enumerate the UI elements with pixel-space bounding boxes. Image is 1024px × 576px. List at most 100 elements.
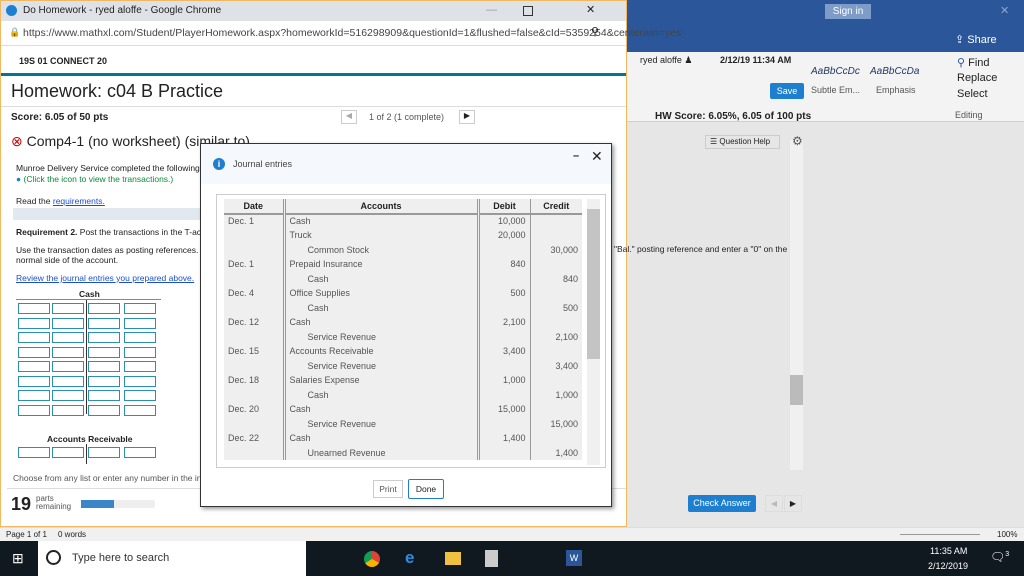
t-account-input[interactable] bbox=[52, 346, 84, 358]
t-account-input[interactable] bbox=[52, 317, 84, 329]
share-button[interactable]: ⇪ Share bbox=[955, 33, 997, 46]
settings-gear-icon[interactable]: ⚙ bbox=[792, 134, 803, 148]
content-scrollbar[interactable] bbox=[790, 140, 803, 470]
save-button[interactable]: Save bbox=[770, 83, 804, 99]
t-account-input[interactable] bbox=[124, 303, 156, 314]
next-question-button[interactable]: ▶ bbox=[459, 110, 475, 124]
score: Score: 6.05 of 50 pts bbox=[11, 112, 109, 123]
zoom-slider[interactable] bbox=[900, 534, 980, 535]
t-account-input[interactable] bbox=[52, 361, 84, 372]
req2-label: Requirement 2. bbox=[16, 227, 78, 237]
t-account-input[interactable] bbox=[124, 346, 156, 358]
style-subtle-emphasis[interactable]: AaBbCcDc Subtle Em... bbox=[811, 66, 860, 95]
t-account-input[interactable] bbox=[52, 303, 84, 314]
prev-question-button[interactable]: ◀ bbox=[341, 110, 357, 124]
address-bar[interactable]: 🔒 https://www.mathxl.com/Student/PlayerH… bbox=[1, 21, 681, 46]
cell-debit: 1,000 bbox=[476, 373, 530, 388]
notifications-icon[interactable]: 🗨3 bbox=[990, 550, 1009, 564]
requirement-tab-bar[interactable] bbox=[13, 208, 203, 220]
replace-button[interactable]: Replace bbox=[957, 72, 997, 84]
t-account-input[interactable] bbox=[88, 361, 120, 372]
find-button[interactable]: ⚲ Find bbox=[957, 56, 990, 69]
file-explorer-icon[interactable] bbox=[445, 552, 461, 565]
calculator-icon[interactable] bbox=[485, 550, 498, 567]
mathxl-icon bbox=[6, 5, 17, 16]
t-account-input[interactable] bbox=[88, 317, 120, 329]
t-account-input[interactable] bbox=[18, 361, 50, 372]
style-name: Emphasis bbox=[876, 85, 916, 95]
minimize-icon[interactable]: — bbox=[486, 4, 497, 16]
instructions-2: normal side of the account. bbox=[16, 255, 119, 265]
question-help-button[interactable]: ☰ Question Help bbox=[705, 135, 780, 149]
requirements-link[interactable]: requirements. bbox=[53, 196, 105, 206]
select-button[interactable]: Select bbox=[957, 88, 988, 100]
t-account-input[interactable] bbox=[88, 447, 120, 458]
cell-account: Cash bbox=[282, 213, 478, 228]
close-icon[interactable]: ✕ bbox=[586, 3, 595, 16]
cell-debit: 2,100 bbox=[476, 315, 530, 330]
search-placeholder: Type here to search bbox=[72, 552, 170, 564]
zoom-level: 100% bbox=[997, 530, 1018, 539]
clock-date[interactable]: 2/12/2019 bbox=[928, 561, 968, 571]
t-account-input[interactable] bbox=[88, 390, 120, 401]
scroll-thumb[interactable] bbox=[587, 209, 600, 359]
table-scrollbar[interactable] bbox=[587, 199, 600, 465]
t-account-input[interactable] bbox=[18, 332, 50, 343]
t-account-input[interactable] bbox=[88, 332, 120, 343]
prev-part-button[interactable]: ◀ bbox=[765, 495, 783, 512]
t-account-input[interactable] bbox=[52, 390, 84, 401]
check-answer-button[interactable]: Check Answer bbox=[688, 495, 756, 512]
taskbar-search[interactable]: Type here to search bbox=[38, 541, 306, 576]
windows-start-icon[interactable]: ⊞ bbox=[12, 550, 24, 567]
t-account-input[interactable] bbox=[52, 332, 84, 343]
t-account-input[interactable] bbox=[18, 447, 50, 458]
cell-credit: 840 bbox=[529, 271, 582, 286]
t-account-input[interactable] bbox=[124, 317, 156, 329]
t-account-input[interactable] bbox=[124, 404, 156, 416]
t-account-input[interactable] bbox=[52, 447, 84, 458]
t-account-input[interactable] bbox=[88, 375, 120, 387]
journal-row: Dec. 20 Cash 15,000 bbox=[224, 402, 582, 417]
scroll-thumb[interactable] bbox=[790, 375, 803, 405]
t-account-input[interactable] bbox=[124, 390, 156, 401]
minimize-icon[interactable]: – bbox=[573, 150, 579, 162]
edge-icon[interactable]: e bbox=[405, 548, 414, 568]
next-part-button[interactable]: ▶ bbox=[784, 495, 802, 512]
review-link[interactable]: Review the journal entries you prepared … bbox=[16, 273, 194, 283]
chrome-icon[interactable] bbox=[364, 551, 380, 567]
t-account-input[interactable] bbox=[18, 303, 50, 314]
question-pager[interactable]: 1 of 2 (1 complete) bbox=[369, 112, 444, 122]
user-icon: ♟ bbox=[684, 55, 693, 65]
close-icon[interactable]: ✕ bbox=[1000, 4, 1009, 17]
t-account-input[interactable] bbox=[18, 390, 50, 401]
clock-time[interactable]: 11:35 AM bbox=[930, 546, 967, 556]
print-button[interactable]: Print bbox=[373, 480, 403, 498]
t-account-input[interactable] bbox=[124, 332, 156, 343]
t-account-input[interactable] bbox=[88, 404, 120, 416]
word-icon[interactable]: W bbox=[566, 550, 582, 566]
t-account-divider bbox=[86, 444, 87, 464]
t-account-input[interactable] bbox=[18, 404, 50, 416]
t-account-input[interactable] bbox=[52, 404, 84, 416]
t-account-divider bbox=[86, 300, 87, 414]
sign-in-button[interactable]: Sign in bbox=[825, 4, 871, 19]
column-header-credit: Credit bbox=[529, 199, 582, 215]
t-account-input[interactable] bbox=[124, 447, 156, 458]
close-icon[interactable]: ✕ bbox=[591, 148, 603, 165]
maximize-icon[interactable] bbox=[523, 6, 533, 16]
cell-debit: 20,000 bbox=[476, 228, 530, 243]
t-account-input[interactable] bbox=[18, 346, 50, 358]
t-account-input[interactable] bbox=[124, 375, 156, 387]
journal-table-container: Date Accounts Debit Credit Dec. 1 Cash 10,… bbox=[216, 194, 606, 468]
style-emphasis[interactable]: AaBbCcDa Emphasis bbox=[870, 66, 919, 95]
t-account-input[interactable] bbox=[52, 375, 84, 387]
t-account-input[interactable] bbox=[18, 317, 50, 329]
t-account-input[interactable] bbox=[18, 375, 50, 387]
transactions-link[interactable]: ● (Click the icon to view the transactio… bbox=[16, 174, 173, 184]
t-account-input[interactable] bbox=[88, 303, 120, 314]
t-account-input[interactable] bbox=[88, 346, 120, 358]
zoom-icon[interactable]: ⚲ bbox=[591, 25, 599, 38]
cell-date: Dec. 1 bbox=[224, 257, 284, 272]
done-button[interactable]: Done bbox=[408, 479, 444, 499]
t-account-input[interactable] bbox=[124, 361, 156, 372]
